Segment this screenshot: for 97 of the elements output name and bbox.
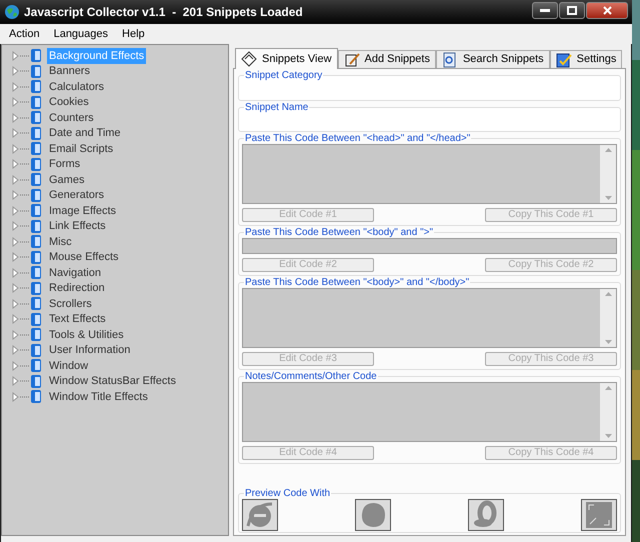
- expand-icon[interactable]: [12, 97, 30, 108]
- group-label: Paste This Code Between "<body>" and "</body>": [244, 277, 470, 288]
- expand-icon[interactable]: [12, 314, 30, 324]
- text-field[interactable]: Snippet Category: [238, 70, 621, 100]
- group-label: Snippet Category: [244, 70, 324, 81]
- expand-icon[interactable]: [12, 174, 30, 185]
- book-icon: [30, 265, 42, 280]
- tree-item[interactable]: Window: [47, 358, 90, 374]
- menu-item[interactable]: Action: [9, 26, 40, 42]
- tree-item[interactable]: Link Effects: [47, 218, 108, 234]
- tree-item[interactable]: Redirection: [47, 280, 107, 296]
- tree-item[interactable]: Navigation: [47, 264, 103, 281]
- tree-item[interactable]: Forms: [47, 156, 82, 172]
- tree-item[interactable]: Date and Time: [47, 125, 123, 142]
- close-icon: [602, 6, 612, 14]
- close-button[interactable]: [586, 2, 628, 18]
- maximize-icon: [567, 6, 577, 14]
- tree-item[interactable]: Generators: [47, 187, 106, 204]
- tree-item[interactable]: Banners: [47, 63, 92, 80]
- expand-icon[interactable]: [12, 298, 30, 309]
- maximize-button[interactable]: [559, 2, 585, 18]
- book-icon: [30, 296, 42, 312]
- book-icon: [30, 126, 42, 141]
- tab[interactable]: Settings: [550, 50, 622, 68]
- expand-icon[interactable]: [12, 345, 30, 356]
- book-icon: [30, 327, 42, 342]
- tree-item[interactable]: Window Title Effects: [47, 388, 150, 405]
- book-icon: [30, 188, 42, 203]
- expand-icon[interactable]: [12, 128, 30, 138]
- group-label: Paste This Code Between "<body" and ">": [244, 227, 434, 238]
- group-label: Preview Code With: [244, 488, 332, 499]
- expand-icon[interactable]: [12, 190, 30, 200]
- book-icon: [30, 110, 42, 126]
- minimize-button[interactable]: [532, 2, 558, 18]
- expand-icon[interactable]: [12, 82, 30, 92]
- book-icon: [30, 48, 42, 64]
- tree-item[interactable]: Scrollers: [47, 296, 94, 312]
- expand-icon[interactable]: [12, 112, 30, 123]
- group-label: Notes/Comments/Other Code: [244, 371, 378, 382]
- book-icon: [30, 342, 42, 358]
- expand-icon[interactable]: [12, 252, 30, 262]
- tab[interactable]: Add Snippets: [338, 50, 436, 68]
- expand-icon[interactable]: [12, 206, 30, 216]
- book-icon: [30, 358, 42, 374]
- tree-item[interactable]: Email Scripts: [47, 140, 116, 157]
- text-field[interactable]: Snippet Name: [238, 102, 621, 132]
- book-icon: [30, 234, 42, 250]
- settings-icon: [556, 52, 572, 68]
- group-label: Snippet Name: [244, 102, 310, 112]
- expand-icon[interactable]: [12, 376, 30, 386]
- book-icon: [30, 79, 42, 94]
- tree-item[interactable]: Cookies: [47, 94, 91, 110]
- menu-item[interactable]: Help: [122, 26, 145, 42]
- book-icon: [30, 250, 42, 265]
- book-icon: [30, 172, 42, 188]
- expand-icon[interactable]: [12, 283, 30, 294]
- expand-icon[interactable]: [12, 221, 30, 232]
- book-icon: [30, 218, 42, 234]
- menu-item[interactable]: Languages: [54, 26, 108, 42]
- book-icon: [30, 312, 42, 327]
- tree-item[interactable]: Image Effects: [47, 202, 118, 219]
- browser-window-icon: [584, 500, 614, 530]
- search-icon: [442, 52, 458, 68]
- tab[interactable]: Snippets View: [235, 48, 338, 69]
- group-label: Paste This Code Between "<head>" and "</head>": [244, 133, 472, 144]
- book-icon: [30, 280, 42, 296]
- expand-icon[interactable]: [12, 144, 30, 154]
- expand-icon[interactable]: [12, 50, 30, 61]
- expand-icon[interactable]: [12, 392, 30, 402]
- tab[interactable]: Search Snippets: [436, 50, 550, 68]
- tree-item[interactable]: Calculators: [47, 78, 106, 95]
- book-icon: [30, 374, 42, 389]
- book-icon: [30, 94, 42, 110]
- window-title: Javascript Collector v1.1 - 201 Snippets Loaded: [24, 4, 303, 21]
- globe-icon: [4, 4, 20, 20]
- book-icon: [30, 389, 42, 404]
- tree-item[interactable]: Text Effects: [47, 311, 108, 328]
- expand-icon[interactable]: [12, 330, 30, 340]
- tree-item[interactable]: Misc: [47, 234, 74, 250]
- expand-icon[interactable]: [12, 236, 30, 247]
- tree-item[interactable]: Counters: [47, 110, 96, 126]
- diamond-icon: [241, 51, 257, 67]
- expand-icon[interactable]: [12, 159, 30, 170]
- tree-item[interactable]: User Information: [47, 342, 132, 358]
- expand-icon[interactable]: [12, 360, 30, 371]
- tree-item[interactable]: Window StatusBar Effects: [47, 373, 178, 390]
- tree-item[interactable]: Games: [47, 172, 86, 188]
- book-icon: [30, 203, 42, 218]
- scroll-pen-icon: [344, 52, 360, 68]
- minimize-icon: [540, 8, 550, 12]
- expand-icon[interactable]: [12, 268, 30, 278]
- tree-item[interactable]: Mouse Effects: [47, 249, 120, 266]
- book-icon: [30, 141, 42, 156]
- expand-icon[interactable]: [12, 66, 30, 76]
- tree-item[interactable]: Tools & Utilities: [47, 326, 126, 343]
- book-icon: [30, 64, 42, 79]
- book-icon: [30, 156, 42, 172]
